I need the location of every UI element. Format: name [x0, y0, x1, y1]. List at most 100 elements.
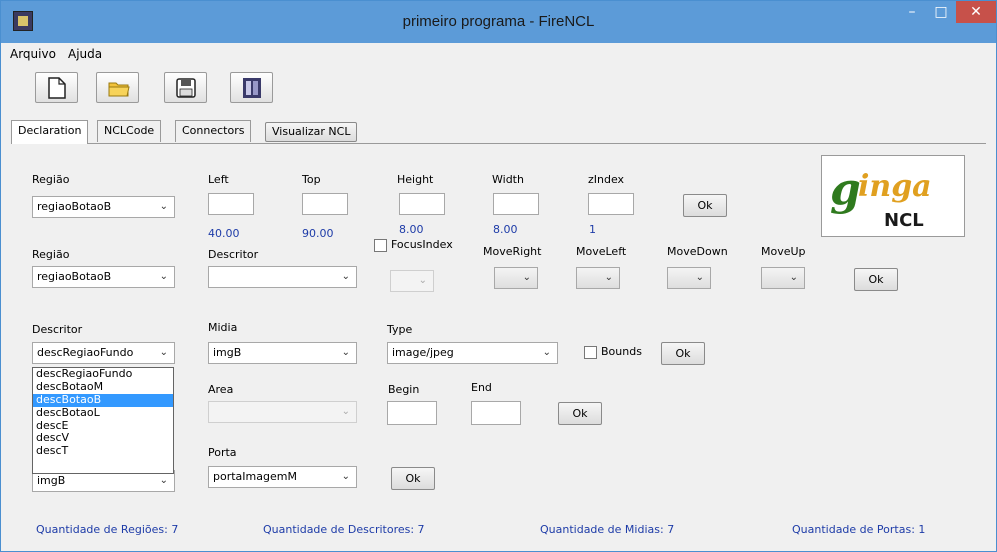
moveup-select[interactable]: ⌄	[761, 267, 805, 289]
media-ok-button[interactable]: Ok	[661, 342, 705, 365]
end-input[interactable]	[471, 401, 521, 425]
descriptor-ok-button[interactable]: Ok	[854, 268, 898, 291]
focusindex-label: FocusIndex	[391, 238, 453, 251]
visualizar-ncl-button[interactable]: Visualizar NCL	[265, 122, 358, 142]
descritor-select[interactable]: ⌄	[208, 266, 357, 288]
new-file-icon	[48, 77, 66, 99]
chevron-down-icon: ⌄	[341, 271, 350, 282]
movedown-label: MoveDown	[667, 245, 728, 258]
midias-count: Quantidade de Midias: 7	[540, 523, 675, 536]
midia-select-value: imgB	[213, 346, 242, 359]
chevron-down-icon: ⌄	[604, 272, 613, 283]
minimize-button[interactable]: –	[898, 1, 926, 23]
begin-input[interactable]	[387, 401, 437, 425]
focusindex-select[interactable]: ⌄	[390, 270, 434, 292]
descritor-label: Descritor	[208, 248, 259, 261]
app-window: primeiro programa - FireNCL – □ ✕ Arquiv…	[0, 0, 997, 552]
zindex-input[interactable]	[588, 193, 634, 215]
descritor3-select-value: descRegiaoFundo	[37, 346, 134, 359]
regiao-label: Região	[32, 173, 70, 186]
toolbar	[1, 66, 996, 110]
logo-text-top: inga	[858, 169, 932, 204]
midia5-select-value: imgB	[37, 474, 66, 487]
dropdown-item[interactable]: descRegiaoFundo	[33, 367, 173, 381]
porta-label: Porta	[208, 446, 237, 459]
width-input[interactable]	[493, 193, 539, 215]
height-value: 8.00	[399, 223, 424, 236]
tab-declaration[interactable]: Declaration	[11, 120, 89, 144]
moveleft-select[interactable]: ⌄	[576, 267, 620, 289]
chevron-down-icon: ⌄	[341, 471, 350, 482]
app-logo-icon	[243, 78, 261, 98]
area-select[interactable]: ⌄	[208, 401, 357, 423]
menu-bar: Arquivo Ajuda	[1, 43, 996, 65]
region-ok-button[interactable]: Ok	[683, 194, 727, 217]
regiao-select[interactable]: regiaoBotaoB ⌄	[32, 196, 175, 218]
open-folder-icon	[108, 82, 130, 97]
midia-select[interactable]: imgB ⌄	[208, 342, 357, 364]
portas-count: Quantidade de Portas: 1	[792, 523, 926, 536]
width-label: Width	[492, 173, 524, 186]
bounds-label: Bounds	[601, 345, 642, 358]
dropdown-item[interactable]: descBotaoL	[33, 406, 173, 420]
type-select[interactable]: image/jpeg ⌄	[387, 342, 558, 364]
dropdown-item-selected[interactable]: descBotaoB	[33, 393, 173, 407]
chevron-down-icon: ⌄	[341, 406, 350, 417]
maximize-button[interactable]: □	[928, 1, 954, 23]
moveright-select[interactable]: ⌄	[494, 267, 538, 289]
top-input[interactable]	[302, 193, 348, 215]
zindex-label: zIndex	[588, 173, 625, 186]
moveleft-label: MoveLeft	[576, 245, 627, 258]
chevron-down-icon: ⌄	[789, 272, 798, 283]
focusindex-checkbox[interactable]	[374, 239, 387, 252]
port-ok-button[interactable]: Ok	[391, 467, 435, 490]
zindex-value: 1	[589, 223, 596, 236]
midia-label: Midia	[208, 321, 238, 334]
open-button[interactable]	[96, 72, 139, 103]
dropdown-item[interactable]: descBotaoM	[33, 380, 173, 394]
tab-nclcode[interactable]: NCLCode	[97, 120, 162, 142]
save-button[interactable]	[164, 72, 207, 103]
top-value: 90.00	[302, 227, 334, 240]
bounds-checkbox[interactable]	[584, 346, 597, 359]
menu-arquivo[interactable]: Arquivo	[10, 47, 56, 61]
chevron-down-icon: ⌄	[159, 347, 168, 358]
save-icon	[176, 78, 196, 98]
descritor3-select[interactable]: descRegiaoFundo ⌄	[32, 342, 175, 364]
ginga-ncl-logo: g inga NCL	[821, 155, 965, 237]
menu-ajuda[interactable]: Ajuda	[68, 47, 102, 61]
close-button[interactable]: ✕	[956, 1, 996, 23]
area-label: Area	[208, 383, 234, 396]
moveup-label: MoveUp	[761, 245, 806, 258]
regiao-select-value: regiaoBotaoB	[37, 200, 112, 213]
left-input[interactable]	[208, 193, 254, 215]
title-bar[interactable]: primeiro programa - FireNCL – □ ✕	[1, 1, 996, 43]
porta-select[interactable]: portaImagemM ⌄	[208, 466, 357, 488]
tab-connectors[interactable]: Connectors	[175, 120, 252, 142]
regioes-count: Quantidade de Regiões: 7	[36, 523, 179, 536]
chevron-down-icon: ⌄	[418, 275, 427, 286]
regiao2-select[interactable]: regiaoBotaoB ⌄	[32, 266, 175, 288]
moveright-label: MoveRight	[483, 245, 542, 258]
chevron-down-icon: ⌄	[159, 475, 168, 486]
descritor3-label: Descritor	[32, 323, 83, 336]
descritor-dropdown-list: descRegiaoFundo descBotaoM descBotaoB de…	[32, 367, 174, 474]
descritores-count: Quantidade de Descritores: 7	[263, 523, 425, 536]
regiao2-label: Região	[32, 248, 70, 261]
height-input[interactable]	[399, 193, 445, 215]
app-logo-button[interactable]	[230, 72, 273, 103]
type-label: Type	[387, 323, 413, 336]
height-label: Height	[397, 173, 434, 186]
begin-label: Begin	[388, 383, 420, 396]
new-file-button[interactable]	[35, 72, 78, 103]
logo-text-bottom: NCL	[884, 210, 924, 231]
svg-text:g: g	[830, 164, 861, 215]
area-ok-button[interactable]: Ok	[558, 402, 602, 425]
chevron-down-icon: ⌄	[159, 271, 168, 282]
dropdown-item[interactable]: descT	[33, 444, 173, 458]
porta-select-value: portaImagemM	[213, 470, 297, 483]
movedown-select[interactable]: ⌄	[667, 267, 711, 289]
end-label: End	[471, 381, 492, 394]
left-value: 40.00	[208, 227, 240, 240]
chevron-down-icon: ⌄	[542, 347, 551, 358]
